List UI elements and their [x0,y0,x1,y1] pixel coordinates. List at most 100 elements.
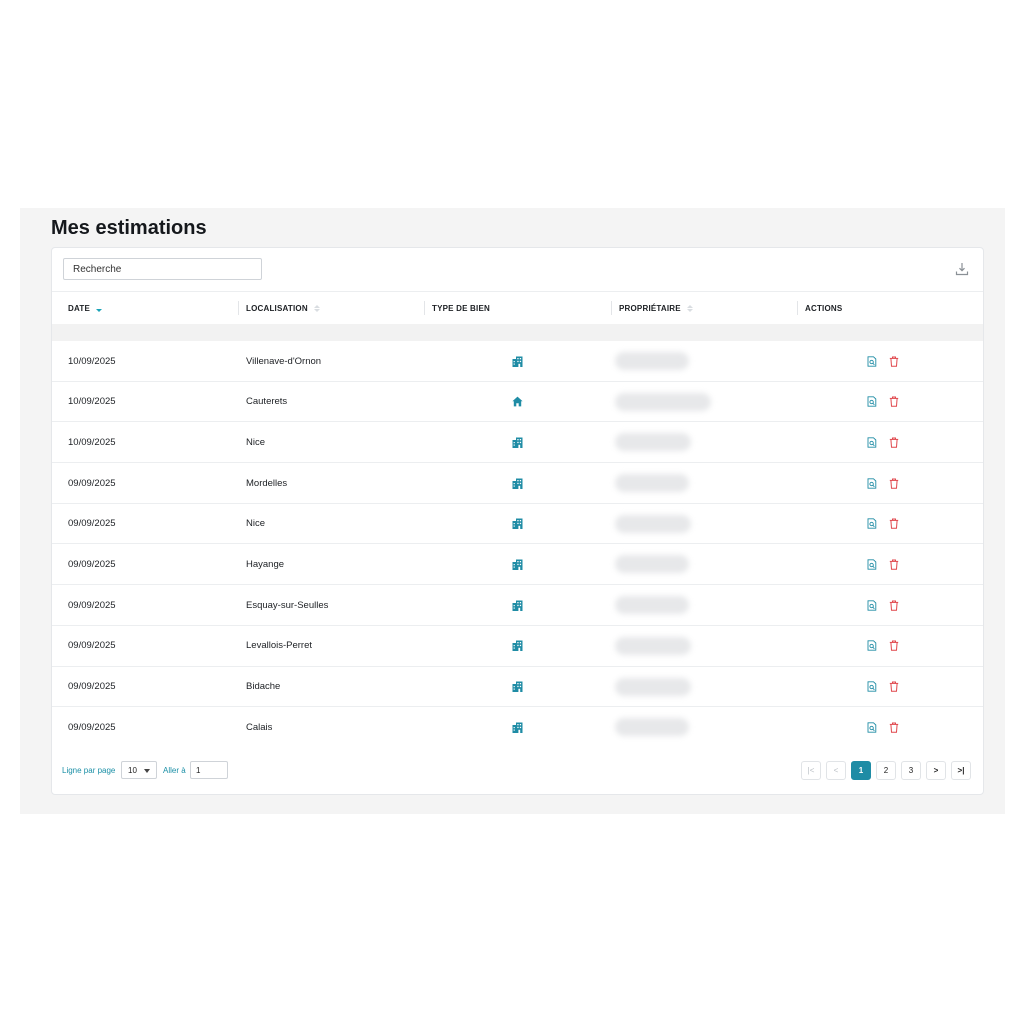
view-estimation-button[interactable] [867,437,877,448]
download-button[interactable] [953,260,971,278]
view-estimation-button[interactable] [867,518,877,529]
table-row: 09/09/2025 Esquay-sur-Seulles [52,585,983,626]
page-number: 1 [858,766,864,775]
goto-page-input[interactable] [190,761,228,779]
cell-type [509,544,525,584]
cell-location: Cauterets [246,396,288,408]
cell-location: Bidache [246,681,281,692]
view-estimation-button[interactable] [867,477,877,489]
page-button-1[interactable]: 1 [851,761,871,780]
first-page-button[interactable]: |< [801,761,821,780]
cell-location: Nice [246,518,266,530]
column-header-owner-label: PROPRIÉTAIRE [619,303,681,313]
page-number: 3 [908,766,914,775]
delete-estimation-button[interactable] [889,722,899,733]
owner-name-redacted [615,474,689,493]
delete-estimation-button[interactable] [889,681,899,692]
table-footer: Ligne par page 10 Aller à |< < 1 2 3 > >… [52,760,983,782]
delete-estimation-button[interactable] [889,600,899,611]
column-header-actions: ACTIONS [797,292,843,324]
table-row: 09/09/2025 Bidache [52,667,983,708]
owner-name-redacted [615,596,689,615]
document-search-icon [867,722,877,733]
building-icon [512,600,523,611]
cell-date: 09/09/2025 [68,558,116,570]
trash-icon [889,600,899,611]
owner-name-redacted [615,514,691,533]
download-icon [955,263,969,276]
view-estimation-button[interactable] [867,355,877,367]
building-icon [512,559,523,570]
table-row: 10/09/2025 Cauterets [52,382,983,423]
chevron-down-icon [144,769,150,773]
cell-location: Mordelles [246,477,288,489]
view-estimation-button[interactable] [867,640,877,651]
document-search-icon [867,681,877,692]
next-page-button[interactable]: > [926,761,946,780]
delete-estimation-button[interactable] [889,640,899,652]
table-row: 09/09/2025 Nice [52,504,983,545]
goto-page-label: Aller à [163,766,186,775]
cell-date: 10/09/2025 [68,355,116,367]
rows-per-page-label: Ligne par page [62,766,116,775]
view-estimation-button[interactable] [867,681,877,692]
table-row: 09/09/2025 Mordelles [52,463,983,504]
last-page-button[interactable]: >| [951,761,971,780]
view-estimation-button[interactable] [867,396,877,407]
column-header-owner[interactable]: PROPRIÉTAIRE [611,292,693,324]
cell-date: 10/09/2025 [68,396,116,408]
prev-page-icon: < [833,766,839,775]
view-estimation-button[interactable] [867,599,877,611]
delete-estimation-button[interactable] [889,396,899,407]
cell-location: Calais [246,721,273,733]
trash-icon [889,722,899,733]
page-button-3[interactable]: 3 [901,761,921,780]
trash-icon [889,559,899,570]
document-search-icon [867,396,877,407]
sort-icon [313,304,320,312]
column-header-date[interactable]: DATE [68,292,102,324]
delete-estimation-button[interactable] [889,559,899,570]
table-row: 09/09/2025 Hayange [52,544,983,586]
column-header-location[interactable]: LOCALISATION [238,292,320,324]
cell-actions [867,626,899,666]
table-row: 10/09/2025 Nice [52,422,983,464]
rows-per-page-select[interactable]: 10 [121,761,157,779]
cell-date: 10/09/2025 [68,436,116,448]
cell-type [509,341,525,381]
view-estimation-button[interactable] [867,722,877,733]
prev-page-button[interactable]: < [826,761,846,780]
building-icon [512,437,523,448]
cell-date: 09/09/2025 [68,477,116,489]
cell-actions [867,667,899,707]
document-search-icon [867,355,877,367]
owner-name-redacted [615,555,689,574]
owner-name-redacted [615,677,691,696]
cell-actions [867,382,899,422]
cell-owner [615,707,689,747]
owner-name-redacted [615,392,711,411]
cell-type [509,707,525,747]
owner-name-redacted [615,433,691,452]
cell-location: Levallois-Perret [246,640,312,652]
trash-icon [889,356,899,367]
cell-location: Hayange [246,558,285,570]
view-estimation-button[interactable] [867,559,877,570]
cell-type [509,504,525,544]
cell-actions [867,544,899,584]
delete-estimation-button[interactable] [889,478,899,489]
delete-estimation-button[interactable] [889,437,899,448]
building-icon [512,518,523,530]
trash-icon [889,518,899,529]
page-number: 2 [883,766,889,775]
column-header-actions-label: ACTIONS [805,303,843,313]
page-button-2[interactable]: 2 [876,761,896,780]
estimations-table-card: DATE LOCALISATION TYPE DE BIEN PROPRIÉTA… [51,247,984,795]
column-header-location-label: LOCALISATION [246,303,308,313]
table-spacer [52,324,983,341]
delete-estimation-button[interactable] [889,356,899,367]
search-input[interactable] [63,258,262,280]
delete-estimation-button[interactable] [889,518,899,529]
cell-owner [615,626,691,666]
cell-owner [615,544,689,584]
